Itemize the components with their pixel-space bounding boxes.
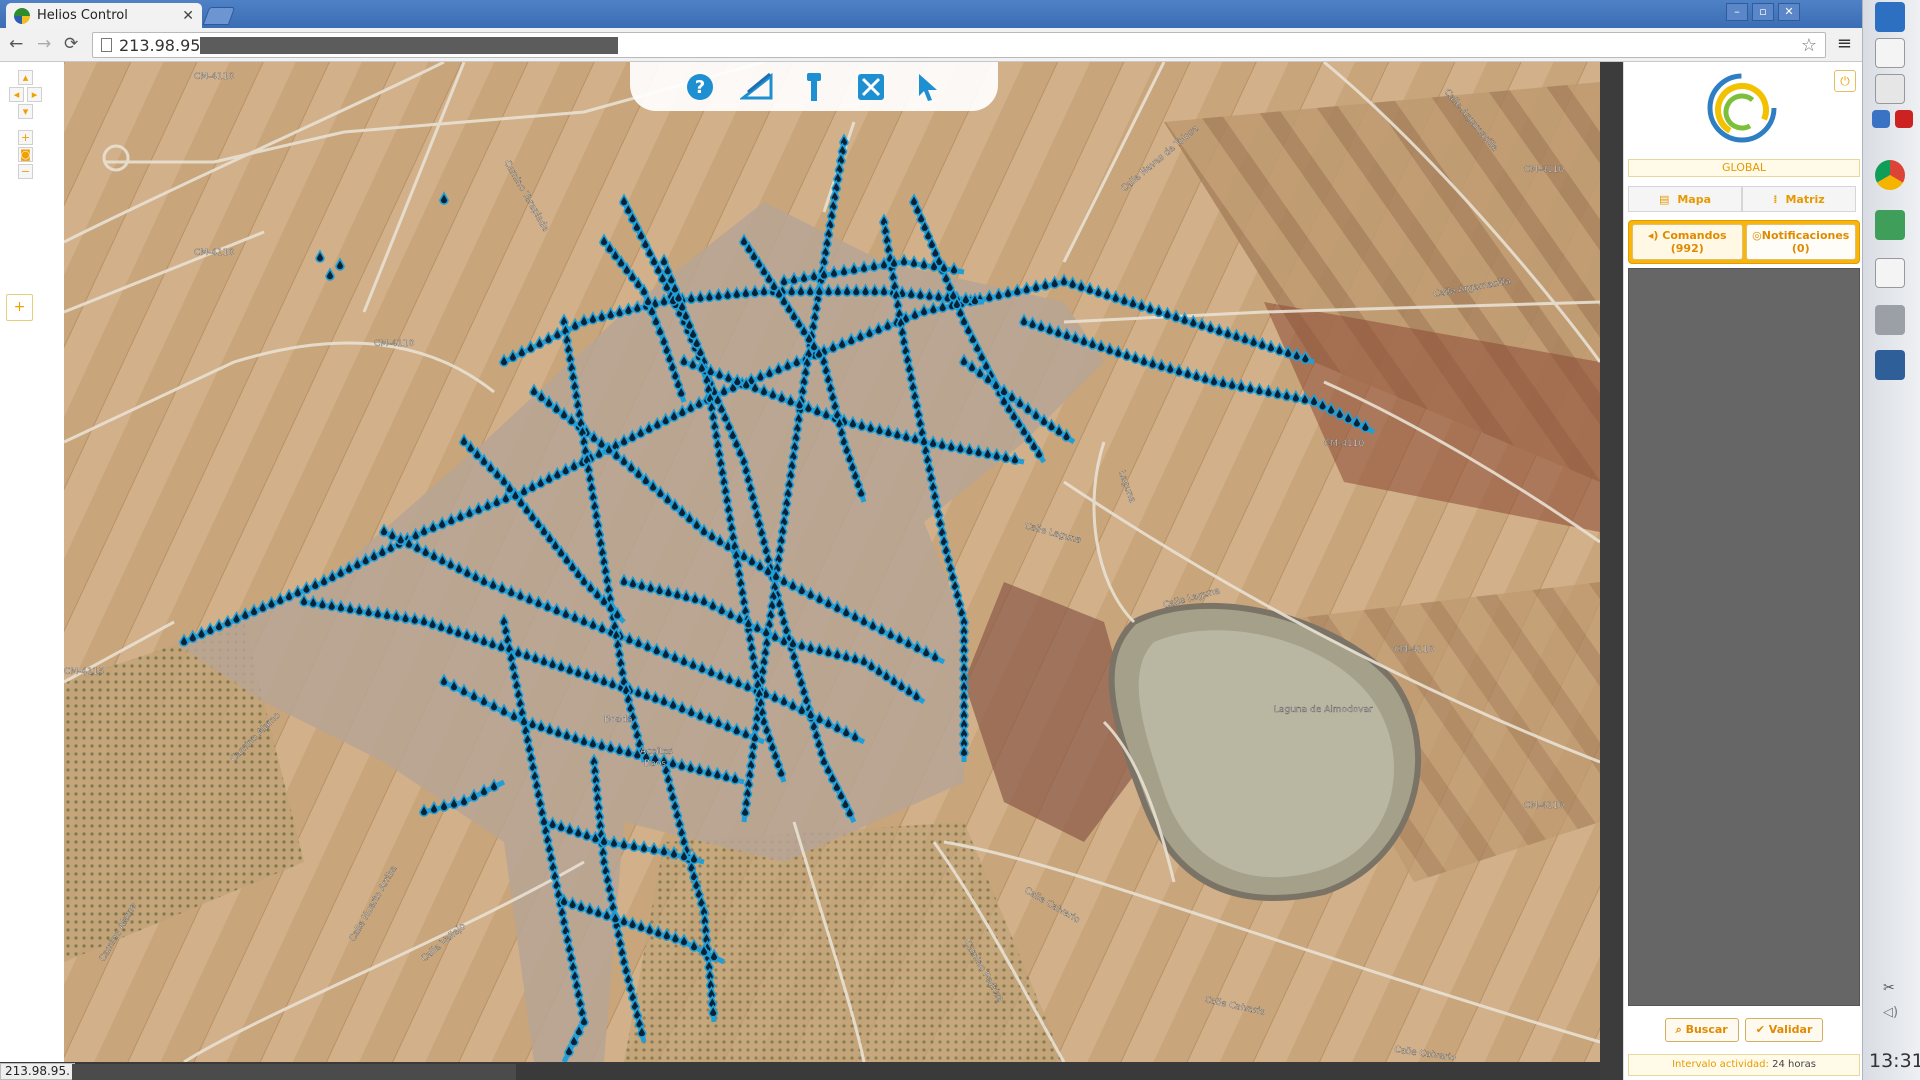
check-icon: ✔	[1755, 1023, 1769, 1036]
notes-icon[interactable]	[1875, 258, 1905, 288]
satellite-map[interactable]: CM-4110 CM-4110 CM-4110 CM-4110 CM-4110 …	[64, 62, 1600, 1062]
browser-tab[interactable]: Helios Control ✕	[6, 3, 202, 28]
kde-menu-icon[interactable]	[1875, 2, 1905, 32]
road-label: CM-4110	[194, 72, 234, 82]
commands-count: (992)	[1670, 242, 1704, 255]
scope-label: GLOBAL	[1628, 159, 1860, 177]
url-text: 213.98.95.	[119, 36, 206, 55]
notifications-icon: ◎	[1752, 229, 1762, 242]
pan-right-icon[interactable]: ▸	[27, 87, 42, 102]
status-redaction	[72, 1064, 516, 1080]
map-tab-icon: ▤	[1658, 192, 1670, 206]
desktop-panel: ✂ ◁) 13:31	[1862, 0, 1920, 1080]
commands-tab[interactable]: ◂) Comandos (992)	[1632, 224, 1743, 260]
notifications-label: Notificaciones	[1761, 229, 1850, 242]
pan-down-icon[interactable]: ▾	[18, 104, 33, 119]
map-canvas[interactable]: CM-4110 CM-4110 CM-4110 CM-4110 CM-4110 …	[64, 62, 1600, 1062]
pan-left-icon[interactable]: ◂	[9, 87, 24, 102]
road-label: Boada	[604, 715, 632, 725]
tools-icon[interactable]	[854, 70, 888, 104]
interval-value: 24 horas	[1772, 1059, 1816, 1070]
shutdown-icon[interactable]	[1895, 110, 1913, 128]
interval-label: Intervalo actividad:	[1672, 1059, 1769, 1070]
measure-icon[interactable]	[740, 70, 774, 104]
view-tabs: ▤ Mapa ⁞ Matriz	[1628, 186, 1856, 212]
reload-icon[interactable]: ⟳	[64, 34, 78, 54]
road-label: Baos	[644, 759, 666, 769]
text-editor-icon[interactable]	[1875, 38, 1905, 68]
validate-button-label: Validar	[1768, 1023, 1813, 1036]
svg-text:?: ?	[695, 77, 705, 98]
calculator-icon[interactable]	[1875, 74, 1905, 104]
tab-title: Helios Control	[37, 8, 128, 23]
lake-label: Laguna de Almodovar	[1274, 705, 1373, 715]
helios-favicon-icon	[14, 7, 30, 24]
map-controls-gutter: ▴ ◂ ▸ ▾ + ◙ − +	[0, 62, 64, 1080]
virtualbox-icon[interactable]	[1875, 350, 1905, 380]
new-tab-button[interactable]	[202, 7, 236, 25]
zoom-out-icon[interactable]: −	[18, 164, 33, 179]
layer-switcher-button[interactable]: +	[6, 294, 33, 321]
lock-icon[interactable]	[1872, 110, 1890, 128]
road-label: CM-4110	[1394, 645, 1434, 655]
forward-icon[interactable]: →	[37, 34, 51, 54]
commands-icon: ◂)	[1647, 229, 1663, 242]
browser-navbar: ← → ⟳ 213.98.95. ☆ ≡	[0, 28, 1862, 62]
zoom-in-icon[interactable]: +	[18, 130, 33, 145]
network-icon[interactable]	[1875, 210, 1905, 240]
road-label: CM-4110	[1524, 801, 1564, 811]
volume-icon[interactable]: ◁)	[1883, 1005, 1899, 1021]
activity-interval: Intervalo actividad: 24 horas	[1628, 1054, 1860, 1076]
road-label: CM-4110	[374, 339, 414, 349]
status-url: 213.98.95.	[0, 1063, 75, 1080]
road-label: Aceites	[640, 747, 673, 757]
help-icon[interactable]: ?	[683, 70, 717, 104]
tab-map-label: Mapa	[1677, 192, 1712, 206]
tab-matrix-label: Matriz	[1785, 192, 1825, 206]
clock: 13:31	[1869, 1050, 1920, 1072]
maximize-button[interactable]: ▫	[1752, 3, 1774, 21]
browser-titlebar: Helios Control ✕ – ▫ ✕	[0, 0, 1862, 28]
virtual-machine-icon[interactable]	[1875, 305, 1905, 335]
bookmark-star-icon[interactable]: ☆	[1801, 35, 1817, 56]
validate-button[interactable]: ✔ Validar	[1744, 1018, 1824, 1042]
zoom-world-icon[interactable]: ◙	[18, 147, 33, 162]
commands-label: Comandos	[1662, 229, 1727, 242]
notification-list[interactable]	[1628, 268, 1860, 1006]
panel-actions: ⌕ Buscar ✔ Validar	[1624, 1018, 1864, 1042]
command-notification-tabs: ◂) Comandos (992) ◎Notificaciones (0)	[1628, 220, 1860, 264]
search-button[interactable]: ⌕ Buscar	[1664, 1018, 1739, 1042]
search-icon: ⌕	[1675, 1023, 1686, 1036]
pan-up-icon[interactable]: ▴	[18, 70, 33, 85]
helios-logo	[1707, 73, 1777, 143]
pointer-icon[interactable]	[911, 70, 945, 104]
street-light-icon[interactable]	[797, 70, 831, 104]
notifications-count: (0)	[1791, 242, 1810, 255]
tab-map[interactable]: ▤ Mapa	[1628, 186, 1742, 212]
search-button-label: Buscar	[1685, 1023, 1728, 1036]
scissors-icon[interactable]: ✂	[1883, 980, 1899, 996]
page-icon	[101, 38, 112, 52]
url-redaction	[200, 37, 618, 54]
power-icon[interactable]: ⏻	[1834, 70, 1856, 92]
map-toolbar: ?	[630, 62, 998, 111]
road-label: CM-4110	[194, 248, 234, 258]
back-icon[interactable]: ←	[9, 34, 23, 54]
browser-menu-icon[interactable]: ≡	[1837, 33, 1852, 54]
control-panel: ⏻ GLOBAL ▤ Mapa ⁞ Matriz ◂) Comandos (992) …	[1623, 62, 1863, 1080]
notifications-tab[interactable]: ◎Notificaciones (0)	[1745, 224, 1856, 260]
chrome-icon[interactable]	[1875, 160, 1905, 190]
matrix-tab-icon: ⁞	[1773, 192, 1778, 206]
minimize-button[interactable]: –	[1726, 3, 1748, 21]
road-label: CM-4110	[1524, 165, 1564, 175]
close-window-button[interactable]: ✕	[1778, 3, 1800, 21]
tab-matrix[interactable]: ⁞ Matriz	[1742, 186, 1856, 212]
road-label: CM-4115	[64, 667, 104, 677]
window-controls: – ▫ ✕	[1726, 3, 1800, 21]
road-label: CM-4110	[1324, 439, 1364, 449]
address-bar[interactable]: 213.98.95. ☆	[92, 32, 1826, 58]
tab-close-icon[interactable]: ✕	[182, 8, 194, 24]
